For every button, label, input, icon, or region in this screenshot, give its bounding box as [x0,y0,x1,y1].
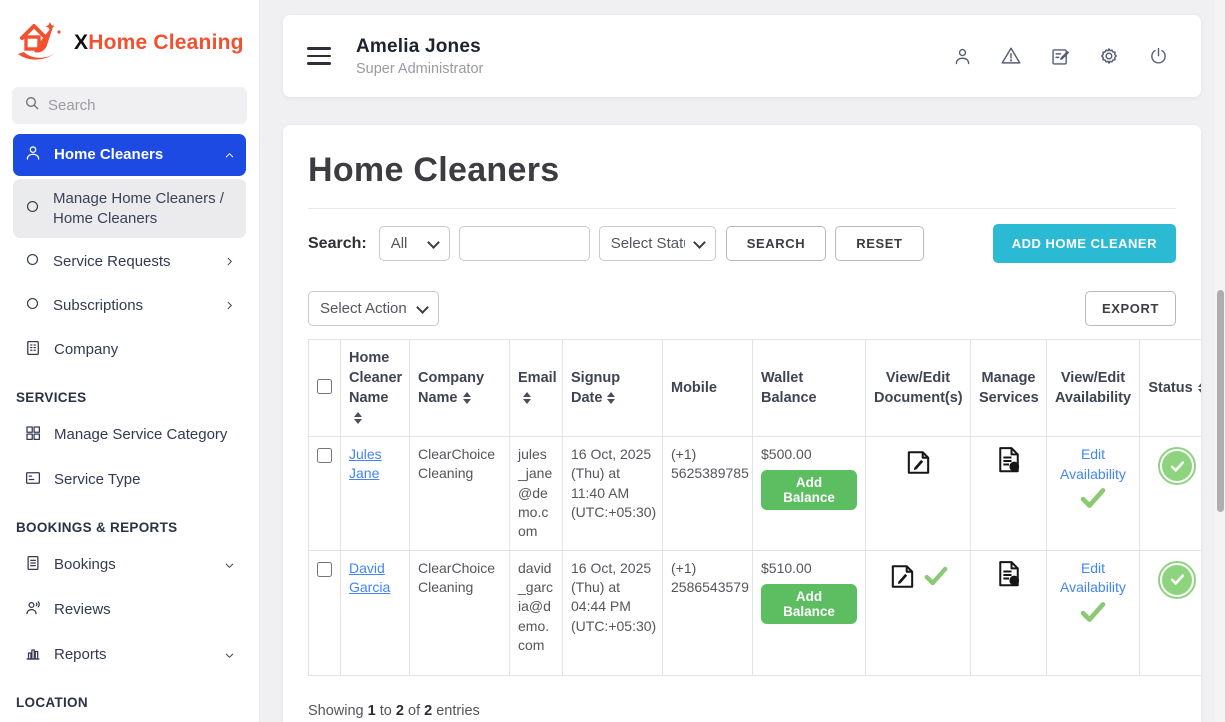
home-cleaners-table: Home Cleaner Name Company Name Email Sig… [308,339,1201,676]
sidebar-item-service-type[interactable]: Service Type [13,459,246,501]
wallet-balance: $500.00 [761,446,812,462]
sort-icon[interactable] [463,392,471,405]
sidebar-nav: Home Cleaners Manage Home Cleaners / Hom… [0,134,259,716]
search-label: Search: [308,235,367,253]
reset-button[interactable]: RESET [835,226,923,261]
profile-icon[interactable] [947,41,977,71]
edit-availability-link[interactable]: Edit Availability [1055,445,1131,484]
edit-document-icon[interactable] [904,448,933,482]
person-icon [24,144,42,166]
sidebar-item-service-requests[interactable]: Service Requests [13,241,246,282]
status-active-icon[interactable] [1158,561,1196,599]
main-area: Amelia Jones Super Administrator Home Cl… [260,0,1225,722]
select-all-checkbox[interactable] [317,379,332,394]
bar-chart-icon [24,644,42,666]
circle-icon [24,251,41,272]
content-panel: Home Cleaners Search: All Select Status … [283,125,1201,722]
verified-check-icon [923,563,949,594]
row-checkbox[interactable] [317,562,332,577]
availability-check-icon [1078,613,1108,629]
table-container: Home Cleaner Name Company Name Email Sig… [308,339,1201,676]
table-row: Jules Jane ClearChoice Cleaning jules_ja… [309,437,1202,551]
add-home-cleaner-button[interactable]: ADD HOME CLEANER [993,224,1176,263]
section-location: LOCATION [0,679,259,716]
chevron-down-icon [224,560,235,571]
circle-icon [24,295,41,316]
sidebar-item-company[interactable]: Company [13,329,246,371]
gear-icon[interactable] [1094,41,1124,71]
top-header: Amelia Jones Super Administrator [283,15,1201,97]
sidebar-item-manage-service-category[interactable]: Manage Service Category [13,414,246,456]
sidebar-item-reports[interactable]: Reports [13,634,246,676]
section-bookings-reports: BOOKINGS & REPORTS [0,504,259,541]
table-row: David Garcia ClearChoice Cleaning david_… [309,550,1202,675]
power-icon[interactable] [1143,41,1173,71]
edit-document-icon[interactable] [888,562,917,596]
chevron-right-icon [224,256,235,267]
table-summary: Showing 1 to 2 of 2 entries [308,703,1176,719]
user-role: Super Administrator [356,61,483,77]
search-button[interactable]: SEARCH [726,226,827,261]
status-active-icon[interactable] [1158,447,1196,485]
action-select-wrap: Select Action [308,291,439,326]
circle-icon [24,198,41,219]
sidebar-search[interactable] [12,87,247,124]
edit-note-icon[interactable] [1045,41,1075,71]
table-header-row: Home Cleaner Name Company Name Email Sig… [309,340,1202,437]
sidebar-item-bookings[interactable]: Bookings [13,544,246,586]
search-icon [24,95,40,116]
sidebar-item-reviews[interactable]: Reviews [13,589,246,631]
user-name: Amelia Jones [356,36,483,58]
sidebar-item-home-cleaners[interactable]: Home Cleaners [13,134,246,176]
brand-logo-icon [14,16,66,69]
page-title: Home Cleaners [308,151,1176,190]
brand-logo[interactable]: XHome Cleaning [0,0,259,81]
chevron-right-icon [224,300,235,311]
manage-services-icon[interactable] [994,576,1024,592]
add-balance-button[interactable]: Add Balance [761,584,857,624]
grid-icon [24,424,42,446]
sort-icon[interactable] [1198,382,1201,395]
search-input[interactable] [459,226,590,261]
cleaner-name-link[interactable]: David Garcia [349,560,390,595]
field-select-wrap: All [379,226,450,261]
search-field-select[interactable]: All [379,226,450,261]
divider [308,208,1176,209]
bulk-action-select[interactable]: Select Action [308,291,439,326]
user-info: Amelia Jones Super Administrator [356,36,483,77]
chevron-down-icon [224,650,235,661]
warning-icon[interactable] [996,41,1026,71]
action-row: Select Action EXPORT [308,291,1176,326]
edit-availability-link[interactable]: Edit Availability [1055,559,1131,598]
status-select-wrap: Select Status [599,226,716,261]
chevron-up-icon [224,150,235,161]
wallet-balance: $510.00 [761,560,812,576]
building-icon [24,339,42,361]
add-balance-button[interactable]: Add Balance [761,470,857,510]
filter-row: Search: All Select Status SEARCH RESET A… [308,224,1176,263]
sidebar-item-manage-home-cleaners[interactable]: Manage Home Cleaners / Home Cleaners [13,179,246,238]
sort-icon[interactable] [523,392,531,405]
sort-icon[interactable] [607,392,615,405]
header-actions [947,41,1173,71]
availability-check-icon [1078,499,1108,515]
person-voice-icon [24,599,42,621]
row-checkbox[interactable] [317,448,332,463]
manage-services-icon[interactable] [994,462,1024,478]
brand-name: XHome Cleaning [74,31,244,55]
export-button[interactable]: EXPORT [1085,291,1176,326]
sort-icon[interactable] [354,412,362,425]
cleaner-name-link[interactable]: Jules Jane [349,446,382,481]
vertical-scrollbar[interactable] [1217,290,1224,512]
sidebar: XHome Cleaning Home Cleaners Manage Home… [0,0,260,722]
document-icon [24,554,42,576]
status-select[interactable]: Select Status [599,226,716,261]
section-services: SERVICES [0,374,259,411]
sidebar-search-input[interactable] [48,97,235,114]
hamburger-menu-icon[interactable] [307,47,331,65]
card-icon [24,469,42,491]
sidebar-item-subscriptions[interactable]: Subscriptions [13,285,246,326]
